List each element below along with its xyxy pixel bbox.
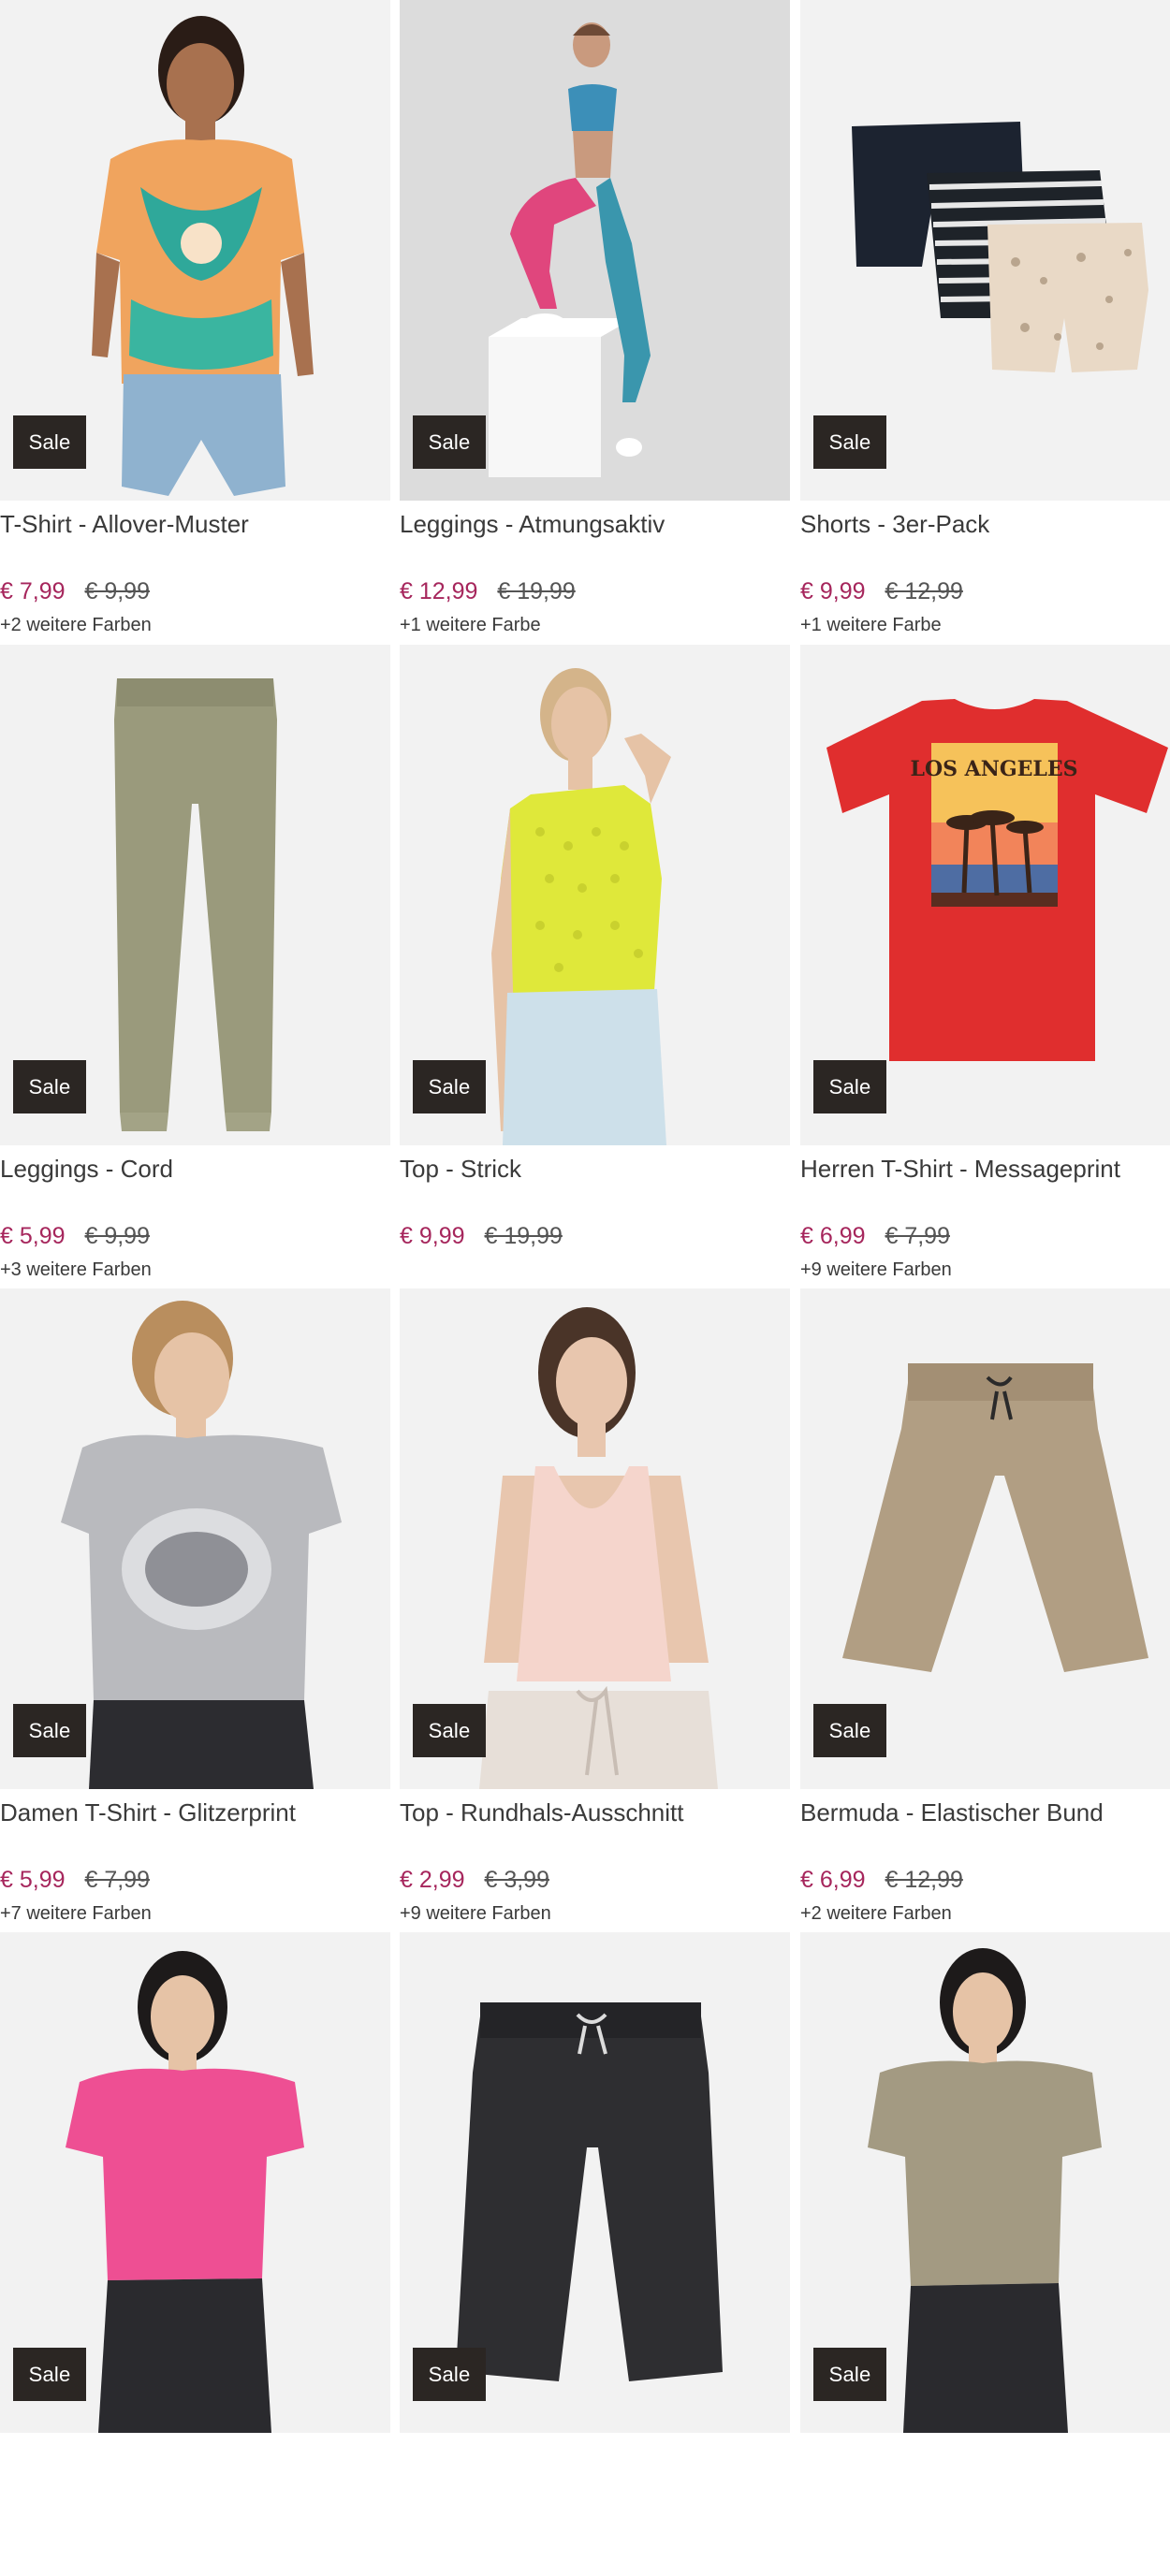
product-card[interactable]: Sale Damen T-Shirt - Glitzerprint € 5,99… bbox=[0, 1288, 390, 1932]
original-price: € 7,99 bbox=[885, 1223, 950, 1249]
product-card[interactable]: Sale bbox=[400, 1932, 790, 2576]
product-card[interactable]: Sale Leggings - Cord € 5,99 € 9,99 +3 we… bbox=[0, 645, 390, 1288]
sale-price: € 6,99 bbox=[800, 1223, 866, 1249]
product-card[interactable]: Sale T-Shirt - Allover-Muster € 7,99 € 9… bbox=[0, 0, 390, 644]
original-price: € 3,99 bbox=[484, 1867, 549, 1893]
sale-badge: Sale bbox=[13, 1704, 86, 1757]
leggings-model-image[interactable]: Sale bbox=[400, 0, 790, 501]
original-price: € 12,99 bbox=[885, 1867, 963, 1893]
original-price: € 19,99 bbox=[497, 578, 576, 604]
product-title[interactable]: Top - Strick bbox=[400, 1154, 790, 1184]
more-colors-link[interactable]: +9 weitere Farben bbox=[400, 1901, 551, 1926]
sale-price: € 2,99 bbox=[400, 1867, 465, 1893]
more-colors-link[interactable]: +1 weitere Farbe bbox=[400, 613, 541, 637]
product-title[interactable]: Damen T-Shirt - Glitzerprint bbox=[0, 1797, 390, 1827]
product-card[interactable]: Sale Top - Strick € 9,99 € 19,99 bbox=[400, 645, 790, 1288]
shorts-pack-image[interactable]: Sale bbox=[800, 0, 1170, 501]
sale-badge: Sale bbox=[413, 2348, 486, 2401]
glitter-tshirt-model-image[interactable]: Sale bbox=[0, 1288, 390, 1789]
product-card[interactable]: LOS ANGELES Sale Herren T-Shirt - Messag… bbox=[800, 645, 1170, 1288]
price-row: € 2,99 € 3,99 bbox=[400, 1865, 549, 1895]
price-row: € 6,99 € 7,99 bbox=[800, 1221, 950, 1251]
original-price: € 7,99 bbox=[84, 1867, 150, 1893]
product-card[interactable]: Sale Bermuda - Elastischer Bund € 6,99 €… bbox=[800, 1288, 1170, 1932]
more-colors-link[interactable]: +3 weitere Farben bbox=[0, 1258, 152, 1282]
sale-badge: Sale bbox=[13, 1060, 86, 1113]
product-card[interactable]: Sale Top - Rundhals-Ausschnitt € 2,99 € … bbox=[400, 1288, 790, 1932]
black-bermuda-image[interactable]: Sale bbox=[400, 1932, 790, 2433]
sale-price: € 6,99 bbox=[800, 1867, 866, 1893]
tank-top-model-image[interactable]: Sale bbox=[400, 1288, 790, 1789]
sale-price: € 9,99 bbox=[400, 1223, 465, 1249]
svg-text:LOS ANGELES: LOS ANGELES bbox=[910, 757, 1077, 781]
price-row: € 9,99 € 19,99 bbox=[400, 1221, 563, 1251]
sale-badge: Sale bbox=[413, 415, 486, 469]
sale-badge: Sale bbox=[413, 1060, 486, 1113]
product-card[interactable]: Sale Shorts - 3er-Pack € 9,99 € 12,99 +1… bbox=[800, 0, 1170, 644]
sale-badge: Sale bbox=[413, 1704, 486, 1757]
more-colors-link[interactable]: +9 weitere Farben bbox=[800, 1258, 952, 1282]
patterned-tshirt-model-image[interactable]: Sale bbox=[0, 0, 390, 501]
more-colors-link[interactable]: +1 weitere Farbe bbox=[800, 613, 942, 637]
original-price: € 9,99 bbox=[84, 578, 150, 604]
sale-badge: Sale bbox=[813, 415, 886, 469]
sale-badge: Sale bbox=[13, 2348, 86, 2401]
pink-tshirt-model-image[interactable]: Sale bbox=[0, 1932, 390, 2433]
original-price: € 12,99 bbox=[885, 578, 963, 604]
product-title[interactable]: Leggings - Cord bbox=[0, 1154, 390, 1184]
sale-badge: Sale bbox=[813, 1060, 886, 1113]
original-price: € 9,99 bbox=[84, 1223, 150, 1249]
bermuda-shorts-image[interactable]: Sale bbox=[800, 1288, 1170, 1789]
price-row: € 9,99 € 12,99 bbox=[800, 576, 963, 606]
product-title[interactable]: Bermuda - Elastischer Bund bbox=[800, 1797, 1170, 1827]
product-title[interactable]: T-Shirt - Allover-Muster bbox=[0, 509, 390, 539]
sale-badge: Sale bbox=[13, 415, 86, 469]
knit-top-model-image[interactable]: Sale bbox=[400, 645, 790, 1145]
sale-price: € 5,99 bbox=[0, 1223, 66, 1249]
product-title[interactable]: Leggings - Atmungsaktiv bbox=[400, 509, 790, 539]
sale-price: € 5,99 bbox=[0, 1867, 66, 1893]
more-colors-link[interactable]: +2 weitere Farben bbox=[800, 1901, 952, 1926]
sale-badge: Sale bbox=[813, 2348, 886, 2401]
sale-badge: Sale bbox=[813, 1704, 886, 1757]
more-colors-link[interactable]: +7 weitere Farben bbox=[0, 1901, 152, 1926]
product-grid: Sale T-Shirt - Allover-Muster € 7,99 € 9… bbox=[0, 0, 1170, 2433]
price-row: € 5,99 € 9,99 bbox=[0, 1221, 150, 1251]
price-row: € 6,99 € 12,99 bbox=[800, 1865, 963, 1895]
sale-price: € 7,99 bbox=[0, 578, 66, 604]
price-row: € 12,99 € 19,99 bbox=[400, 576, 576, 606]
price-row: € 5,99 € 7,99 bbox=[0, 1865, 150, 1895]
product-title[interactable]: Shorts - 3er-Pack bbox=[800, 509, 1170, 539]
cord-leggings-image[interactable]: Sale bbox=[0, 645, 390, 1145]
olive-tshirt-model-image[interactable]: Sale bbox=[800, 1932, 1170, 2433]
product-title[interactable]: Herren T-Shirt - Messageprint bbox=[800, 1154, 1170, 1184]
more-colors-link[interactable]: +2 weitere Farben bbox=[0, 613, 152, 637]
product-title[interactable]: Top - Rundhals-Ausschnitt bbox=[400, 1797, 790, 1827]
product-card[interactable]: Sale bbox=[800, 1932, 1170, 2576]
product-card[interactable]: Sale bbox=[0, 1932, 390, 2576]
original-price: € 19,99 bbox=[484, 1223, 563, 1249]
red-print-tshirt-image[interactable]: LOS ANGELES Sale bbox=[800, 645, 1170, 1145]
sale-price: € 12,99 bbox=[400, 578, 478, 604]
sale-price: € 9,99 bbox=[800, 578, 866, 604]
product-card[interactable]: Sale Leggings - Atmungsaktiv € 12,99 € 1… bbox=[400, 0, 790, 644]
price-row: € 7,99 € 9,99 bbox=[0, 576, 150, 606]
